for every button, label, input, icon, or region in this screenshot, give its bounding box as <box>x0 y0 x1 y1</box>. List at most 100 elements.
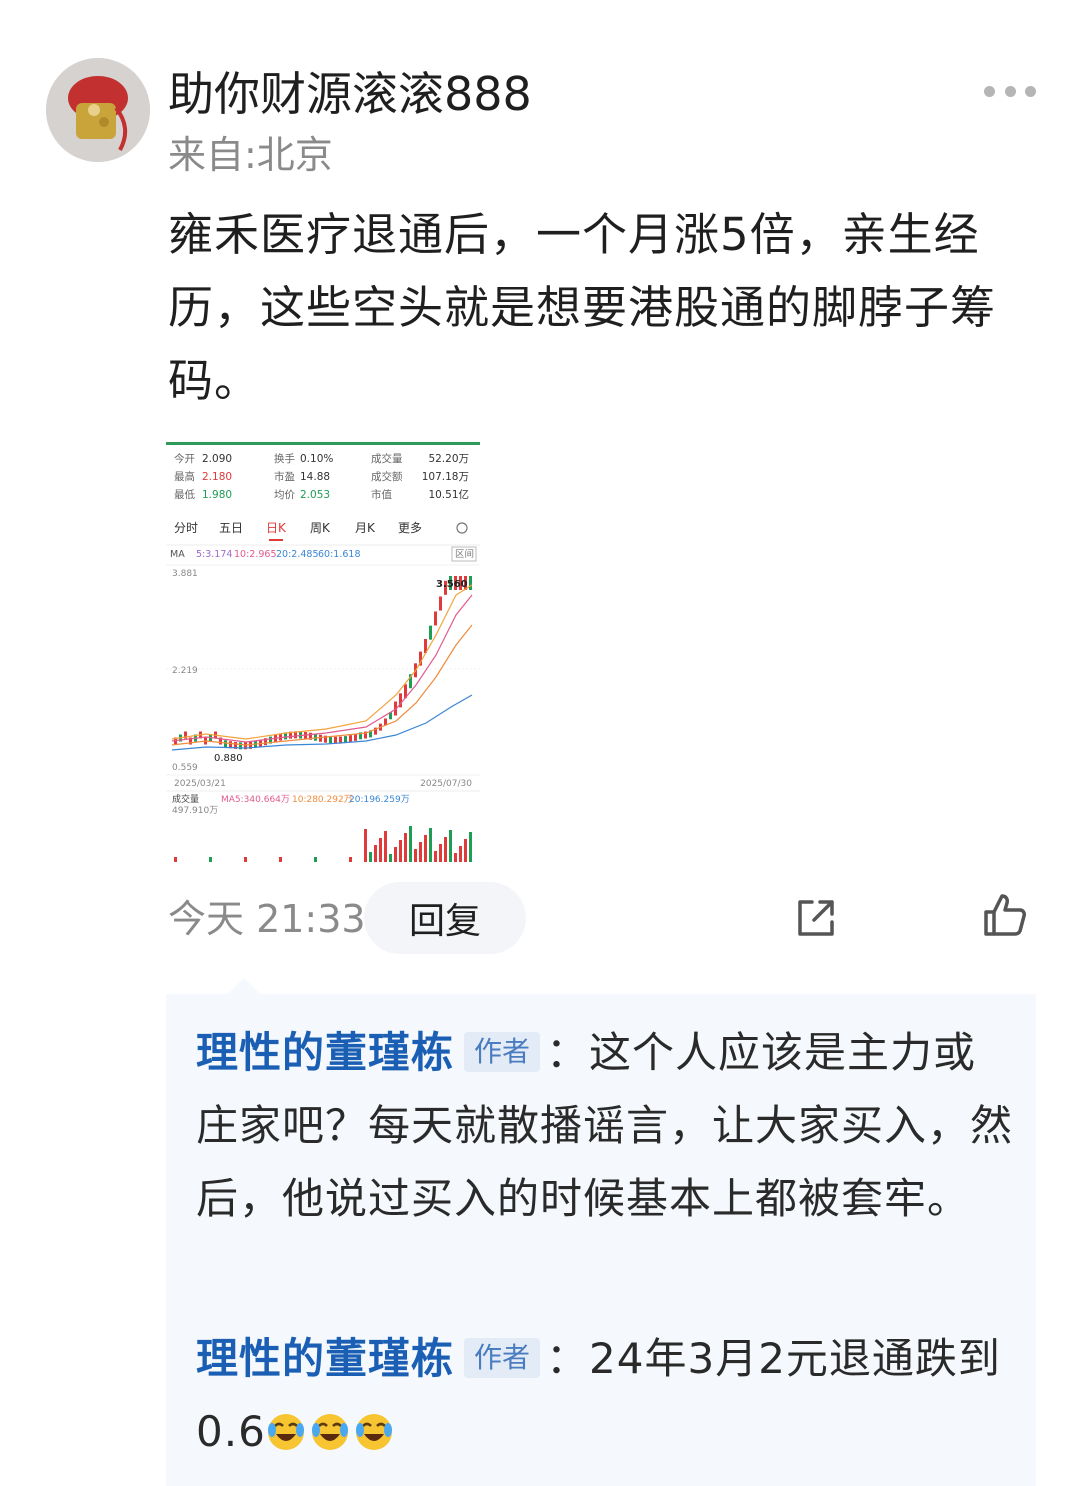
crying-laughing-emoji <box>311 1414 348 1450</box>
date-start: 2025/03/21 <box>174 779 226 789</box>
candle <box>329 736 332 744</box>
volume-ma5: MA5:340.664万 <box>221 795 290 805</box>
reply-button[interactable]: 回复 <box>364 882 526 954</box>
stock-chart-image: 今开 2.090 最高 2.180 最低 1.980 换手 0.10% 市盈 1… <box>166 452 480 862</box>
tab-daily-k: 日K <box>266 521 287 535</box>
candle <box>354 733 357 741</box>
stat-value: 2.180 <box>202 471 232 483</box>
thumbs-up-icon <box>984 894 1026 936</box>
ma-label: MA <box>170 549 185 560</box>
stat-label: 最低 <box>174 488 195 501</box>
y-axis-min: 0.559 <box>172 763 198 773</box>
volume-bar <box>314 857 317 862</box>
ma5-value: 5:3.174 <box>196 549 232 560</box>
post-time: 今天 21:33 <box>168 897 366 941</box>
volume-bar <box>429 828 432 862</box>
candle <box>319 734 322 742</box>
y-axis-max: 3.881 <box>172 569 198 579</box>
volume-bar <box>394 847 397 862</box>
volume-bar <box>424 835 427 862</box>
volume-bar <box>349 857 352 862</box>
username[interactable]: 助你财源滚滚888 <box>168 62 532 126</box>
stat-label: 市值 <box>371 488 392 501</box>
comment-author[interactable]: 理性的董瑾栋 <box>196 1028 454 1077</box>
volume-bar <box>464 839 467 862</box>
volume-bar <box>379 838 382 862</box>
volume-bar <box>364 829 367 862</box>
volume-bar <box>384 831 387 862</box>
share-button[interactable] <box>792 894 840 942</box>
tab-more: 更多 <box>398 521 422 535</box>
volume-bar <box>174 857 177 862</box>
ma5-line <box>171 584 473 740</box>
volume-max: 497.910万 <box>172 806 218 816</box>
stat-value: 0.10% <box>300 453 333 465</box>
tab-five-day: 五日 <box>219 521 243 535</box>
candle <box>429 625 432 640</box>
crying-laughing-emoji <box>355 1414 392 1450</box>
volume-ma20: 20:196.259万 <box>349 795 410 805</box>
candle <box>434 611 437 626</box>
volume-bar <box>279 857 282 862</box>
volume-bar <box>404 833 407 862</box>
candle <box>439 596 442 611</box>
active-tab-indicator <box>269 539 283 541</box>
volume-bar <box>209 857 212 862</box>
volume-bar <box>374 845 377 862</box>
ma60-value: 60:1.618 <box>318 549 361 560</box>
stat-value: 1.980 <box>202 489 232 501</box>
stat-label: 成交额 <box>371 470 403 483</box>
volume-bars <box>174 826 472 862</box>
post-text: 雍禾医疗退通后，一个月涨5倍，亲生经历，这些空头就是想要港股通的脚脖子筹码。 <box>168 208 997 407</box>
candle <box>224 740 227 748</box>
volume-bar <box>444 837 447 862</box>
share-icon <box>798 900 834 936</box>
comment-item: 理性的董瑾栋 作者 ：这个人应该是主力或庄家吧？每天就散播谣言，让大家买入，然后，他… <box>196 1016 1016 1235</box>
volume-bar <box>389 854 392 862</box>
location-label: 来自:北京 <box>168 133 333 177</box>
volume-bar <box>414 849 417 862</box>
post-image-stock-chart[interactable]: 今开 2.090 最高 2.180 最低 1.980 换手 0.10% 市盈 1… <box>166 442 480 862</box>
like-button[interactable] <box>980 890 1030 940</box>
comment-author[interactable]: 理性的董瑾栋 <box>196 1334 454 1383</box>
candlestick-series <box>174 576 472 750</box>
volume-bar <box>369 852 372 862</box>
volume-bar <box>419 842 422 862</box>
high-mark: 3.560 <box>436 579 468 590</box>
author-badge: 作者 <box>464 1032 541 1072</box>
avatar-image <box>46 58 150 162</box>
tab-intraday: 分时 <box>174 521 198 535</box>
volume-bar <box>439 844 442 862</box>
stat-value: 2.090 <box>202 453 232 465</box>
more-options-button[interactable] <box>984 76 1036 106</box>
volume-bar <box>454 853 457 862</box>
volume-bar <box>469 832 472 862</box>
candle <box>469 576 472 590</box>
tab-monthly-k: 月K <box>355 521 376 535</box>
stat-label: 换手 <box>274 452 295 465</box>
stat-value: 52.20万 <box>428 453 469 465</box>
range-label: 区间 <box>455 548 474 560</box>
stat-label: 今开 <box>174 452 195 465</box>
crying-laughing-emoji <box>267 1414 304 1450</box>
y-axis-mid: 2.219 <box>172 666 198 676</box>
tab-weekly-k: 周K <box>310 521 331 535</box>
stat-value: 107.18万 <box>422 471 469 483</box>
ma20-value: 20:2.485 <box>276 549 319 560</box>
stat-value: 2.053 <box>300 489 330 501</box>
low-mark: 0.880 <box>214 753 243 764</box>
author-badge: 作者 <box>464 1338 541 1378</box>
stat-value: 14.88 <box>300 471 330 483</box>
avatar[interactable] <box>46 58 150 162</box>
volume-ma10: 10:280.292万 <box>292 795 353 805</box>
volume-label: 成交量 <box>172 793 199 805</box>
stat-label: 成交量 <box>371 452 403 465</box>
comments-panel: 理性的董瑾栋 作者 ：这个人应该是主力或庄家吧？每天就散播谣言，让大家买入，然后，他… <box>166 994 1036 1486</box>
date-end: 2025/07/30 <box>420 779 472 789</box>
stat-label: 均价 <box>274 489 295 501</box>
volume-bar <box>459 846 462 862</box>
candle <box>349 735 352 743</box>
volume-bar <box>244 857 247 862</box>
stat-label: 最高 <box>174 470 195 483</box>
volume-bar <box>399 840 402 862</box>
